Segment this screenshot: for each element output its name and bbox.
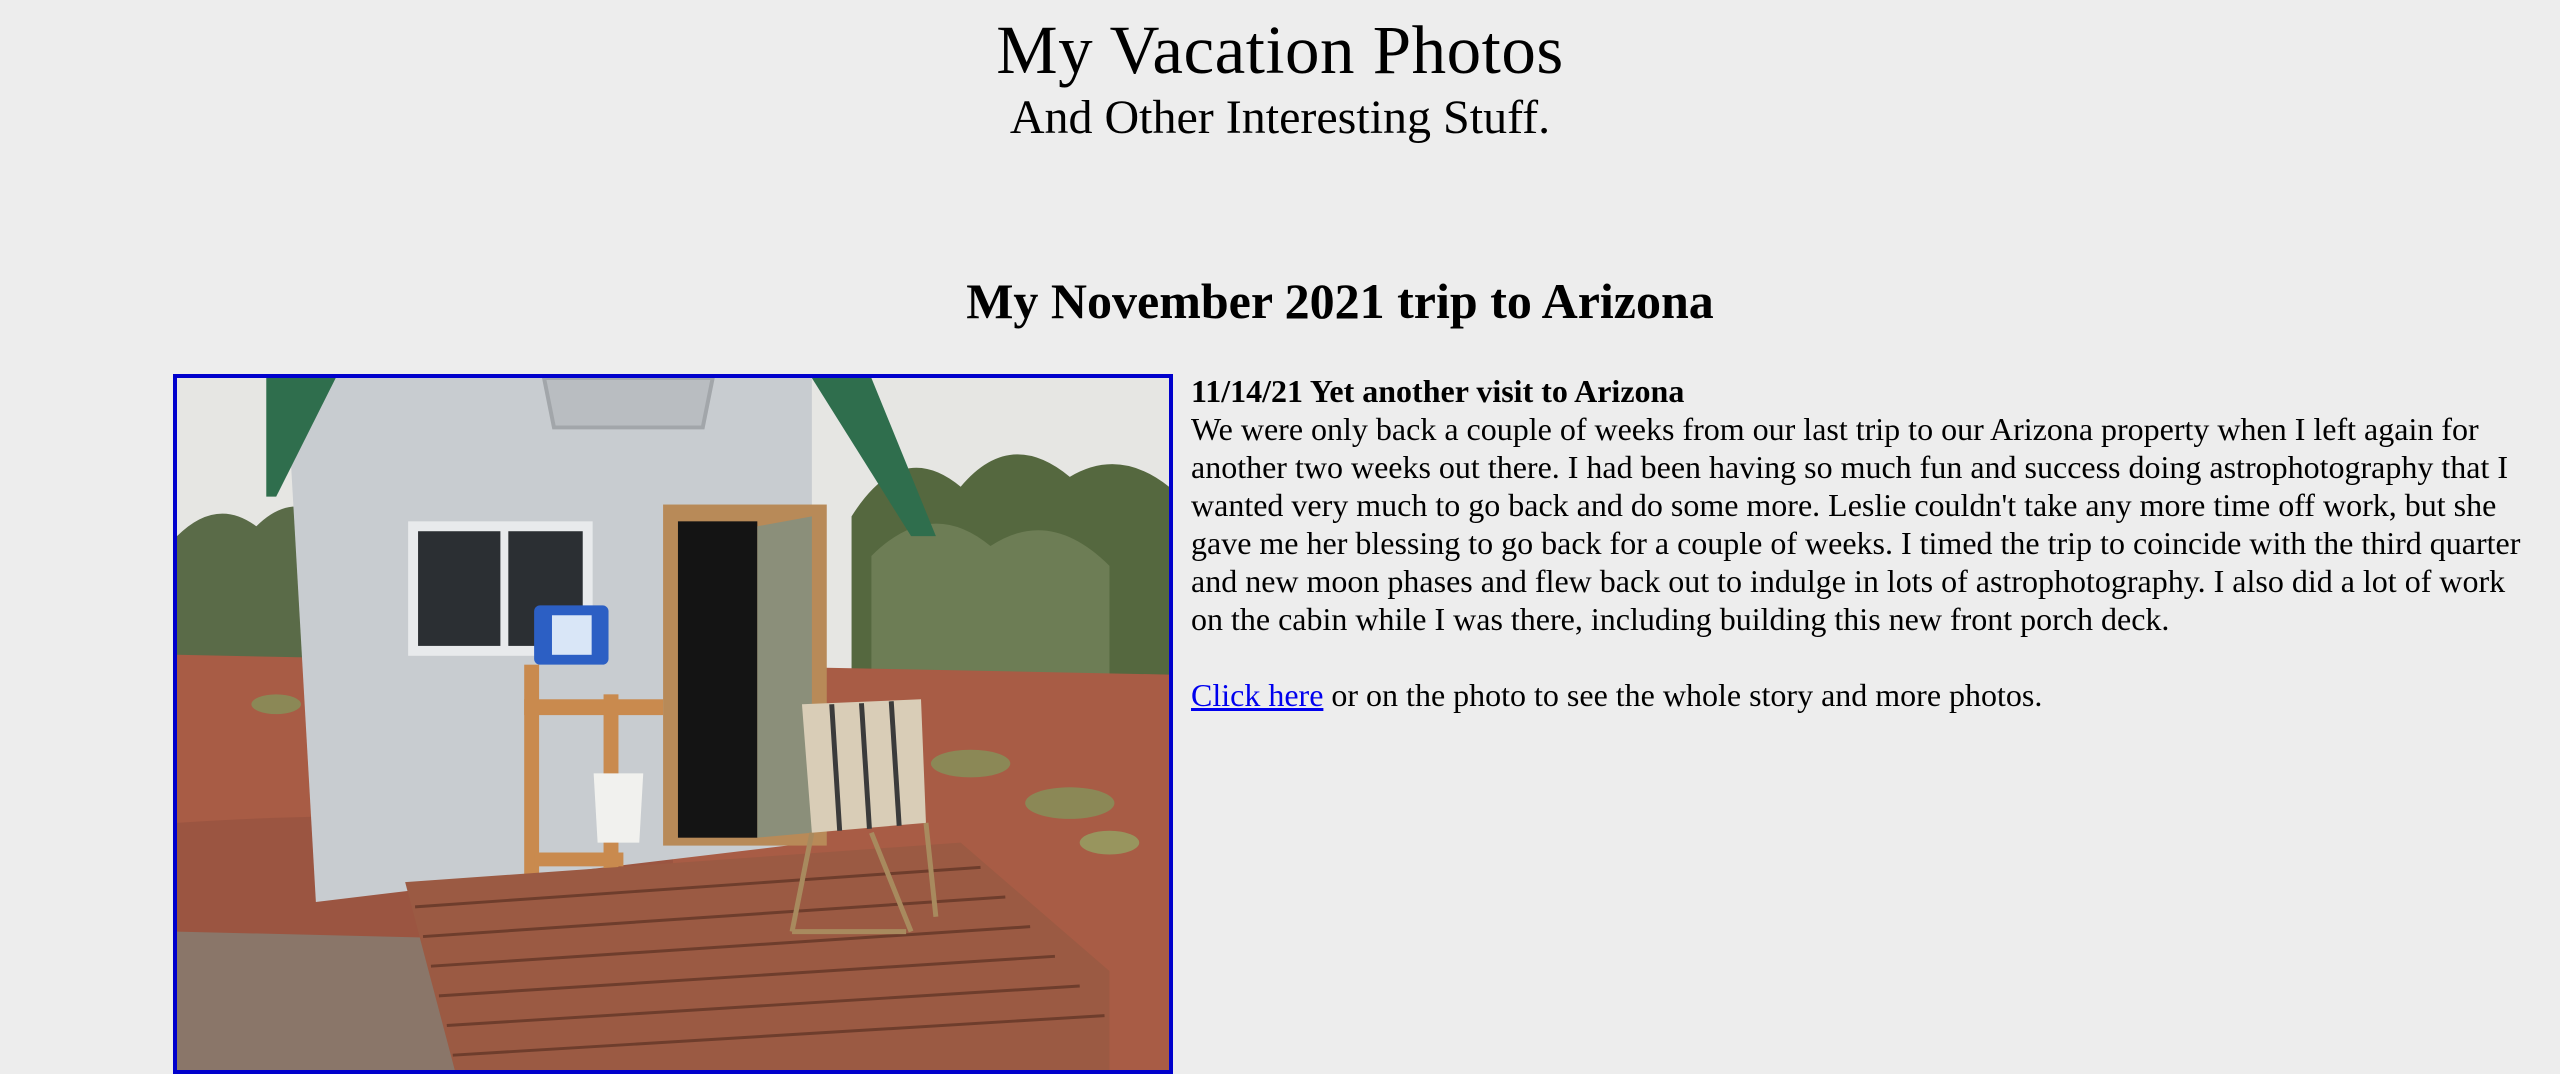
post-cta-suffix: or on the photo to see the whole story a… bbox=[1323, 677, 2043, 713]
site-subtitle: And Other Interesting Stuff. bbox=[1009, 91, 1551, 144]
post-body: We were only back a couple of weeks from… bbox=[1191, 411, 2521, 637]
cabin-photo-link[interactable] bbox=[173, 374, 1173, 1074]
page-heading: My November 2021 trip to Arizona bbox=[966, 273, 1714, 329]
cabin-photo[interactable] bbox=[177, 378, 1169, 1070]
post-cta: Click here or on the photo to see the wh… bbox=[1191, 676, 2521, 714]
site-title: My Vacation Photos bbox=[996, 12, 1564, 88]
click-here-link[interactable]: Click here bbox=[1191, 677, 1323, 713]
post: 11/14/21 Yet another visit to Arizona We… bbox=[1191, 372, 2521, 714]
post-title: 11/14/21 Yet another visit to Arizona bbox=[1191, 373, 1685, 409]
